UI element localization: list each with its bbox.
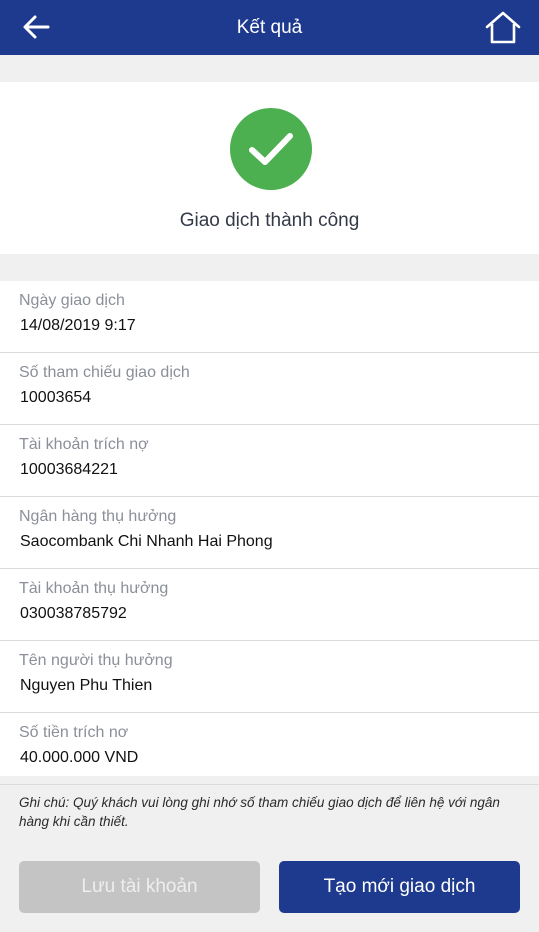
detail-label: Ngày giao dịch bbox=[19, 292, 125, 309]
detail-row-amount: Số tiền trích nơ 40.000.000 VND bbox=[0, 713, 539, 785]
top-bar: Kết quả bbox=[0, 0, 539, 55]
detail-label: Tên người thụ hưởng bbox=[19, 652, 173, 669]
detail-value: 14/08/2019 9:17 bbox=[20, 317, 136, 334]
detail-row-beneficiary-account: Tài khoản thụ hưởng 030038785792 bbox=[0, 569, 539, 641]
detail-row-debit-account: Tài khoản trích nợ 10003684221 bbox=[0, 425, 539, 497]
detail-row-reference: Số tham chiếu giao dịch 10003654 bbox=[0, 353, 539, 425]
detail-value: Nguyen Phu Thien bbox=[20, 677, 153, 694]
result-message: Giao dịch thành công bbox=[179, 210, 360, 231]
detail-row-date: Ngày giao dịch 14/08/2019 9:17 bbox=[0, 281, 539, 353]
save-account-button[interactable]: Lưu tài khoản bbox=[19, 861, 260, 913]
detail-label: Số tham chiếu giao dịch bbox=[19, 364, 190, 381]
detail-value: 10003684221 bbox=[20, 461, 118, 478]
detail-value: Saocombank Chi Nhanh Hai Phong bbox=[20, 533, 273, 550]
new-transaction-button[interactable]: Tạo mới giao dịch bbox=[279, 861, 520, 913]
detail-label: Tài khoản thụ hưởng bbox=[19, 580, 169, 597]
detail-row-beneficiary-bank: Ngân hàng thụ hưởng Saocombank Chi Nhanh… bbox=[0, 497, 539, 569]
back-button[interactable] bbox=[18, 9, 54, 45]
detail-label: Tài khoản trích nợ bbox=[19, 436, 149, 453]
result-card: Giao dịch thành công bbox=[0, 82, 539, 254]
detail-value: 10003654 bbox=[20, 389, 92, 406]
detail-label: Ngân hàng thụ hưởng bbox=[19, 508, 177, 525]
transaction-details: Ngày giao dịch 14/08/2019 9:17 Số tham c… bbox=[0, 281, 539, 785]
arrow-left-icon bbox=[23, 15, 50, 39]
detail-row-beneficiary-name: Tên người thụ hưởng Nguyen Phu Thien bbox=[0, 641, 539, 713]
home-icon bbox=[485, 11, 521, 44]
page-title: Kết quả bbox=[236, 17, 303, 38]
note-text: Ghi chú: Quý khách vui lòng ghi nhớ số t… bbox=[19, 795, 500, 829]
detail-label: Số tiền trích nơ bbox=[19, 724, 129, 741]
check-circle-icon bbox=[230, 108, 312, 190]
detail-value: 40.000.000 VND bbox=[20, 749, 139, 766]
detail-value: 030038785792 bbox=[20, 605, 127, 622]
home-button[interactable] bbox=[484, 8, 522, 46]
